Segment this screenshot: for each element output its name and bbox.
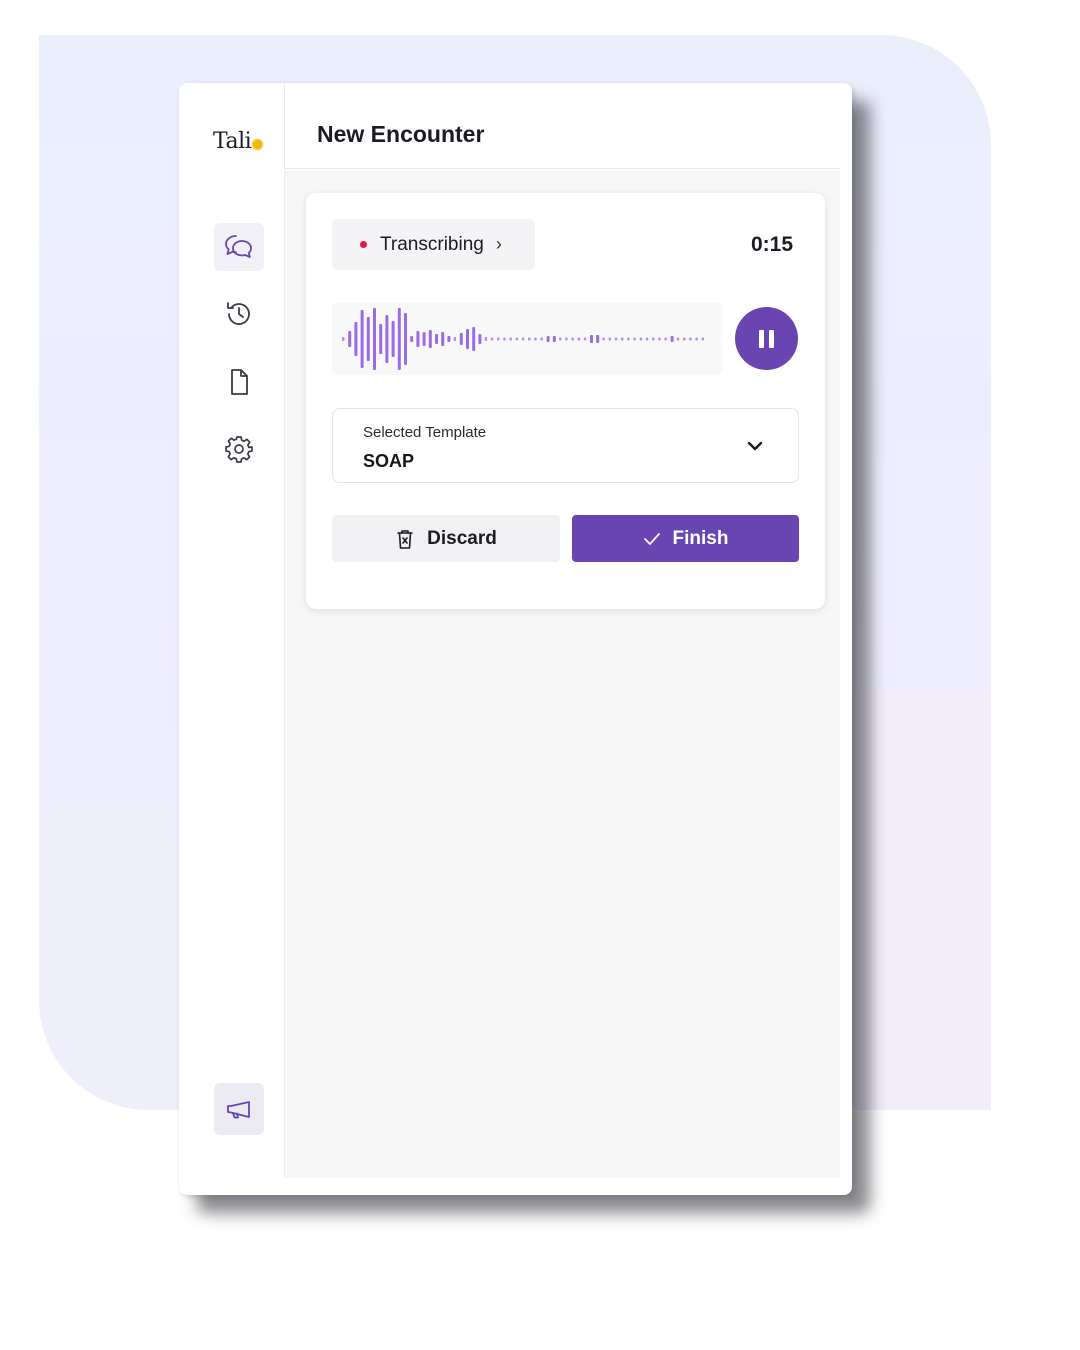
waveform-bar (689, 337, 692, 341)
sidebar-item-documents[interactable] (214, 358, 264, 406)
main-content: Transcribing › 0:15 Selected Template SO… (285, 170, 840, 1178)
waveform-bar (559, 337, 562, 341)
waveform-bar (509, 337, 512, 341)
template-select[interactable]: Selected Template SOAP (332, 408, 799, 483)
waveform-bar (379, 324, 383, 354)
waveform-bar (639, 337, 643, 341)
audio-waveform (332, 303, 722, 375)
waveform-bar (670, 336, 674, 342)
waveform-bar (528, 337, 531, 341)
waveform-bar (521, 337, 525, 341)
recording-timer: 0:15 (750, 233, 793, 256)
waveform-bar (422, 332, 426, 346)
app-window: Tali New Encounter Transcribing › 0:15 S… (179, 83, 852, 1195)
waveform-bar (385, 315, 389, 363)
waveform-bar (497, 337, 500, 341)
waveform-bar (348, 331, 352, 347)
waveform-bar (627, 337, 630, 341)
waveform-bar (658, 337, 661, 341)
waveform-bar (503, 337, 506, 341)
finish-label: Finish (672, 527, 729, 549)
pause-icon-bar (769, 329, 774, 348)
waveform-bar (490, 337, 494, 341)
waveform-bar (410, 336, 414, 342)
waveform-bar (546, 336, 550, 342)
waveform-bar (565, 337, 568, 341)
waveform-bar (614, 337, 618, 341)
chevron-right-icon: › (495, 234, 502, 254)
template-value: SOAP (363, 451, 415, 471)
waveform-bar (397, 308, 401, 370)
waveform-bar (664, 337, 667, 341)
waveform-bar (645, 337, 649, 341)
waveform-bar (484, 337, 488, 341)
gear-icon (225, 436, 253, 463)
waveform-bar (633, 337, 636, 341)
waveform-bar (441, 332, 445, 346)
pause-button[interactable] (735, 307, 798, 370)
recording-dot-icon (360, 241, 367, 248)
transcribing-status-button[interactable]: Transcribing › (332, 219, 535, 270)
pause-icon (759, 329, 764, 348)
waveform-bar (683, 337, 686, 341)
recorder-card: Transcribing › 0:15 Selected Template SO… (306, 193, 825, 609)
waveform-bar (583, 337, 587, 341)
discard-label: Discard (427, 527, 497, 549)
chevron-down-icon (747, 441, 763, 451)
chat-bubbles-icon (225, 235, 252, 258)
finish-button[interactable]: Finish (572, 515, 799, 562)
waveform-bar (360, 310, 364, 368)
logo-dot-icon (253, 140, 263, 149)
waveform-bar (447, 336, 451, 342)
waveform-bar (652, 337, 655, 341)
megaphone-icon (227, 1101, 250, 1119)
waveform-bar (676, 337, 680, 341)
check-icon (643, 532, 660, 545)
sidebar-item-history[interactable] (214, 290, 264, 338)
waveform-bar (435, 334, 438, 344)
waveform-bar (540, 337, 543, 341)
status-label: Transcribing (380, 233, 484, 255)
waveform-bar (701, 337, 705, 341)
sidebar-item-encounters[interactable] (214, 223, 264, 271)
waveform-bar (552, 336, 556, 342)
waveform-bar (608, 337, 612, 341)
waveform-bar (695, 337, 698, 341)
waveform-bar (478, 334, 482, 344)
document-icon (231, 369, 248, 395)
waveform-bar (459, 333, 463, 345)
main-header: New Encounter (285, 83, 840, 169)
waveform-bar (366, 317, 370, 361)
app-logo: Tali (213, 129, 263, 154)
history-icon (227, 302, 250, 325)
sidebar-item-settings[interactable] (214, 425, 264, 473)
waveform-bar (571, 337, 574, 341)
waveform-bar (602, 337, 605, 341)
waveform-bar (577, 337, 581, 341)
waveform-bar (404, 313, 407, 365)
waveform-bar (342, 337, 345, 341)
feedback-button[interactable] (214, 1083, 264, 1135)
sidebar: Tali (179, 83, 285, 1178)
waveform-bar (596, 335, 600, 343)
template-label: Selected Template (363, 424, 487, 441)
waveform-bar (621, 337, 624, 341)
waveform-bar (466, 329, 469, 349)
waveform-bar (534, 337, 537, 341)
waveform-bar (373, 308, 376, 370)
waveform-bar (428, 330, 432, 348)
waveform-bar (391, 321, 395, 357)
waveform-bar (354, 322, 358, 356)
waveform-bar (453, 337, 457, 341)
waveform-bar (472, 327, 476, 351)
waveform-icon (342, 308, 705, 370)
waveform-bar (515, 337, 519, 341)
discard-button[interactable]: Discard (332, 515, 560, 562)
waveform-bar (416, 331, 420, 347)
trash-icon (397, 529, 413, 549)
page-title: New Encounter (317, 121, 485, 147)
logo-text: Tali (213, 129, 252, 154)
waveform-bar (590, 335, 593, 343)
